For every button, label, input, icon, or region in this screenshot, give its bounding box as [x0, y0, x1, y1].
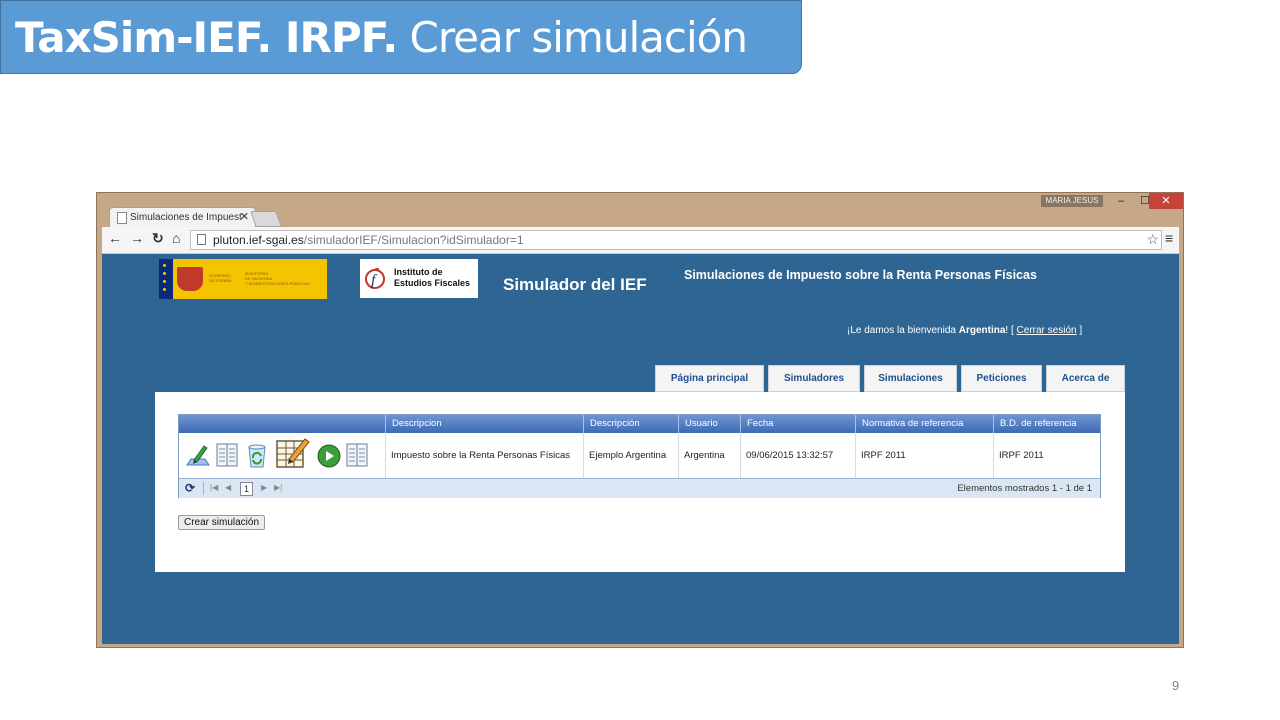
- welcome-prefix: ¡Le damos la bienvenida: [847, 325, 959, 336]
- profile-badge[interactable]: MARIA JESUS: [1041, 195, 1103, 207]
- home-icon[interactable]: ⌂: [172, 230, 180, 246]
- bookmark-star-icon[interactable]: ☆: [1146, 230, 1159, 248]
- ief-logo: f Instituto de Estudios Fiscales: [360, 259, 478, 298]
- row-actions: [179, 433, 385, 478]
- welcome-suffix: ! [: [1005, 325, 1017, 336]
- tab-title: Simulaciones de Impuesto: [130, 212, 242, 223]
- next-page-icon[interactable]: ▶: [261, 483, 267, 492]
- recycle-icon[interactable]: [245, 441, 269, 469]
- svg-text:f: f: [371, 272, 378, 289]
- tab-simulaciones[interactable]: Simulaciones: [864, 365, 957, 392]
- address-bar[interactable]: pluton.ief-sgai.es/simuladorIEF/Simulaci…: [190, 230, 1162, 250]
- header-descripcion[interactable]: Descripcion: [385, 415, 583, 433]
- cell-descripcion-2: Ejemplo Argentina: [583, 433, 678, 478]
- gobierno-logo: GOBIERNO DE ESPAÑA MINISTERIO DE HACIEND…: [159, 259, 327, 299]
- welcome-message: ¡Le damos la bienvenida Argentina! [ Cer…: [847, 325, 1082, 336]
- prev-page-icon[interactable]: ◀: [225, 483, 231, 492]
- url-host: pluton.ief-sgai.es: [213, 233, 304, 247]
- tab-acerca-de[interactable]: Acerca de: [1046, 365, 1125, 392]
- header-fecha[interactable]: Fecha: [740, 415, 855, 433]
- page-icon: [117, 212, 127, 224]
- browser-window: Simulaciones de Impuesto ✕ MARIA JESUS –…: [96, 192, 1184, 648]
- page-number-input[interactable]: 1: [240, 482, 253, 496]
- cell-usuario: Argentina: [678, 433, 740, 478]
- tab-pagina-principal[interactable]: Página principal: [655, 365, 764, 392]
- cell-normativa: IRPF 2011: [855, 433, 993, 478]
- close-window-button[interactable]: ✕: [1149, 193, 1183, 209]
- header-bd[interactable]: B.D. de referencia: [993, 415, 1100, 433]
- create-simulation-button[interactable]: Crear simulación: [178, 515, 266, 530]
- web-page: GOBIERNO DE ESPAÑA MINISTERIO DE HACIEND…: [102, 254, 1179, 644]
- coat-of-arms-icon: [177, 267, 203, 291]
- cell-bd: IRPF 2011: [993, 433, 1100, 478]
- header-usuario[interactable]: Usuario: [678, 415, 740, 433]
- slide-title-rest: Crear simulación: [409, 13, 748, 62]
- ief-mark-icon: f: [365, 268, 385, 289]
- slide-title-bar: TaxSim-IEF. IRPF. Crear simulación: [0, 0, 802, 74]
- minimize-button[interactable]: –: [1109, 193, 1133, 209]
- tab-peticiones[interactable]: Peticiones: [961, 365, 1042, 392]
- menu-icon[interactable]: ≡: [1165, 230, 1173, 246]
- ief-logo-line1: Instituto de: [394, 267, 443, 277]
- play-icon[interactable]: [317, 444, 341, 468]
- tab-simuladores[interactable]: Simuladores: [768, 365, 860, 392]
- logout-link[interactable]: Cerrar sesión: [1017, 325, 1077, 336]
- last-page-icon[interactable]: ▶|: [274, 483, 282, 492]
- refresh-icon[interactable]: ⟳: [185, 481, 195, 495]
- browser-tab[interactable]: Simulaciones de Impuesto ✕: [109, 207, 256, 228]
- back-icon[interactable]: ←: [108, 230, 122, 246]
- results-icon[interactable]: [345, 441, 369, 469]
- url-path: /simuladorIEF/Simulacion?idSimulador=1: [303, 233, 524, 247]
- close-tab-icon[interactable]: ✕: [240, 210, 249, 223]
- edit-icon[interactable]: [185, 441, 211, 469]
- ief-logo-line2: Estudios Fiscales: [394, 278, 471, 288]
- eu-flag-icon: [159, 259, 173, 299]
- browser-toolbar: ← → ↻ ⌂ pluton.ief-sgai.es/simuladorIEF/…: [102, 227, 1179, 254]
- forward-icon[interactable]: →: [130, 230, 144, 246]
- ief-logo-text: Instituto de Estudios Fiscales: [394, 267, 470, 289]
- header-descripcion-2[interactable]: Descripción: [583, 415, 678, 433]
- pager-info: Elementos mostrados 1 - 1 de 1: [957, 483, 1092, 494]
- first-page-icon[interactable]: |◀: [210, 483, 218, 492]
- new-tab-button[interactable]: [250, 211, 282, 227]
- simulations-grid: Descripcion Descripción Usuario Fecha No…: [178, 414, 1101, 498]
- table-row[interactable]: Impuesto sobre la Renta Personas Físicas…: [179, 433, 1100, 479]
- page-icon: [197, 234, 206, 245]
- pager-separator: [203, 482, 204, 495]
- welcome-user: Argentina: [958, 325, 1006, 336]
- list-icon[interactable]: [215, 441, 239, 469]
- spreadsheet-edit-icon[interactable]: [275, 435, 311, 471]
- gobierno-text: GOBIERNO DE ESPAÑA: [209, 273, 232, 283]
- slide-page-number: 9: [1172, 678, 1180, 693]
- cell-fecha: 09/06/2015 13:32:57: [740, 433, 855, 478]
- main-content: Descripcion Descripción Usuario Fecha No…: [155, 392, 1125, 572]
- url-text: pluton.ief-sgai.es/simuladorIEF/Simulaci…: [213, 231, 524, 249]
- grid-header: Descripcion Descripción Usuario Fecha No…: [179, 415, 1100, 433]
- slide-title-bold: TaxSim-IEF. IRPF.: [15, 13, 398, 62]
- reload-icon[interactable]: ↻: [152, 230, 164, 247]
- header-normativa[interactable]: Normativa de referencia: [855, 415, 993, 433]
- grid-pager: ⟳ |◀ ◀ 1 ▶ ▶| Elementos mostrados 1 - 1 …: [179, 479, 1100, 498]
- cell-descripcion: Impuesto sobre la Renta Personas Físicas: [385, 433, 583, 478]
- slide-title: TaxSim-IEF. IRPF. Crear simulación: [15, 13, 748, 62]
- site-subtitle: Simulaciones de Impuesto sobre la Renta …: [684, 268, 1037, 282]
- simulator-title: Simulador del IEF: [503, 275, 647, 294]
- header-actions: [179, 415, 385, 433]
- welcome-end: ]: [1076, 325, 1083, 336]
- ministerio-text: MINISTERIO DE HACIENDA Y ADMINISTRACIONE…: [245, 271, 310, 286]
